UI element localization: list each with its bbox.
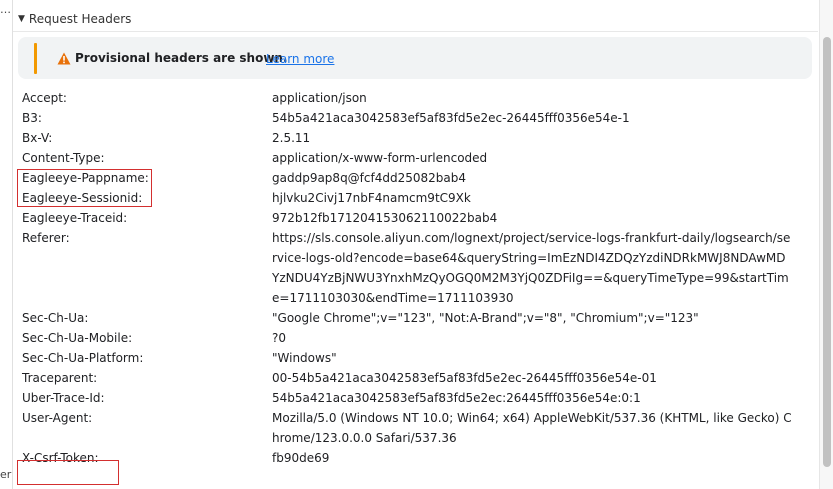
gutter-top-text: … bbox=[0, 3, 11, 16]
header-row: Eagleeye-Pappname: gaddp9ap8q@fcf4dd25082… bbox=[22, 168, 812, 188]
header-value: "Google Chrome";v="123", "Not:A-Brand";v… bbox=[272, 311, 699, 325]
section-title: Request Headers bbox=[28, 12, 132, 26]
header-row: Accept: application/json bbox=[22, 88, 812, 108]
header-name: X-Csrf-Token: bbox=[22, 451, 99, 465]
header-row: Eagleeye-Traceid: 972b12fb171204153062110… bbox=[22, 208, 812, 228]
header-name: Eagleeye-Traceid: bbox=[22, 211, 128, 225]
header-name: Eagleeye-Sessionid: bbox=[22, 191, 143, 205]
header-name: Eagleeye-Pappname: bbox=[22, 171, 149, 185]
provisional-headers-banner: Provisional headers are shown. Learn mor… bbox=[18, 37, 812, 79]
header-value: 54b5a421aca3042583ef5af83fd5e2ec-26445ff… bbox=[272, 111, 630, 125]
header-value: hjlvku2Civj17nbF4namcm9tC9Xk bbox=[272, 191, 471, 205]
header-row: B3: 54b5a421aca3042583ef5af83fd5e2ec-2644… bbox=[22, 108, 812, 128]
header-name: Sec-Ch-Ua: bbox=[22, 311, 89, 325]
learn-more-link[interactable]: Learn more bbox=[266, 52, 334, 66]
header-value: ?0 bbox=[272, 331, 287, 345]
header-value: fb90de69 bbox=[272, 451, 330, 465]
header-name: B3: bbox=[22, 111, 42, 125]
header-name: Sec-Ch-Ua-Mobile: bbox=[22, 331, 133, 345]
header-value: https://sls.console.aliyun.com/lognext/p… bbox=[272, 231, 791, 305]
devtools-headers-panel: … er ▼ Request Headers Provisional heade… bbox=[0, 0, 833, 489]
header-name: Sec-Ch-Ua-Platform: bbox=[22, 351, 144, 365]
header-row: Eagleeye-Sessionid: hjlvku2Civj17nbF4namc… bbox=[22, 188, 812, 208]
request-headers-toggle[interactable]: ▼ Request Headers bbox=[13, 7, 818, 32]
header-name: Traceparent: bbox=[22, 371, 98, 385]
header-row: Traceparent: 00-54b5a421aca3042583ef5af83… bbox=[22, 368, 812, 388]
collapse-triangle-icon: ▼ bbox=[18, 14, 25, 24]
header-row: User-Agent: Mozilla/5.0 (Windows NT 10.0;… bbox=[22, 408, 812, 448]
header-name: User-Agent: bbox=[22, 411, 93, 425]
scrollbar-thumb[interactable] bbox=[823, 37, 831, 467]
header-value: application/json bbox=[272, 91, 367, 105]
header-value: "Windows" bbox=[272, 351, 337, 365]
header-row: Referer: https://sls.console.aliyun.com/l… bbox=[22, 228, 812, 308]
header-name: Accept: bbox=[22, 91, 67, 105]
header-row: Sec-Ch-Ua: "Google Chrome";v="123", "Not:… bbox=[22, 308, 812, 328]
left-panel-edge: … er bbox=[0, 0, 13, 489]
header-value: 2.5.11 bbox=[272, 131, 311, 145]
headers-list: Accept: application/json B3: 54b5a421aca304… bbox=[22, 88, 812, 468]
header-name: Referer: bbox=[22, 231, 70, 245]
header-name: Bx-V: bbox=[22, 131, 53, 145]
header-value: gaddp9ap8q@fcf4dd25082bab4 bbox=[272, 171, 466, 185]
vertical-scrollbar[interactable] bbox=[819, 0, 833, 489]
header-name: Uber-Trace-Id: bbox=[22, 391, 105, 405]
banner-message: Provisional headers are shown. bbox=[75, 51, 288, 65]
header-value: 00-54b5a421aca3042583ef5af83fd5e2ec-2644… bbox=[272, 371, 657, 385]
banner-accent-bar bbox=[34, 43, 37, 74]
warning-icon bbox=[57, 52, 71, 65]
header-row: Bx-V: 2.5.11 bbox=[22, 128, 812, 148]
header-row: Sec-Ch-Ua-Mobile: ?0 bbox=[22, 328, 812, 348]
header-value: 54b5a421aca3042583ef5af83fd5e2ec:26445ff… bbox=[272, 391, 641, 405]
header-name: Content-Type: bbox=[22, 151, 105, 165]
header-row: Content-Type: application/x-www-form-urle… bbox=[22, 148, 812, 168]
header-value: 972b12fb171204153062110022bab4 bbox=[272, 211, 498, 225]
gutter-bottom-text: er bbox=[0, 468, 12, 481]
header-row: Uber-Trace-Id: 54b5a421aca3042583ef5af83f… bbox=[22, 388, 812, 408]
header-value: application/x-www-form-urlencoded bbox=[272, 151, 488, 165]
header-row: X-Csrf-Token: fb90de69 bbox=[22, 448, 812, 468]
header-value: Mozilla/5.0 (Windows NT 10.0; Win64; x64… bbox=[272, 411, 792, 445]
header-row: Sec-Ch-Ua-Platform: "Windows" bbox=[22, 348, 812, 368]
